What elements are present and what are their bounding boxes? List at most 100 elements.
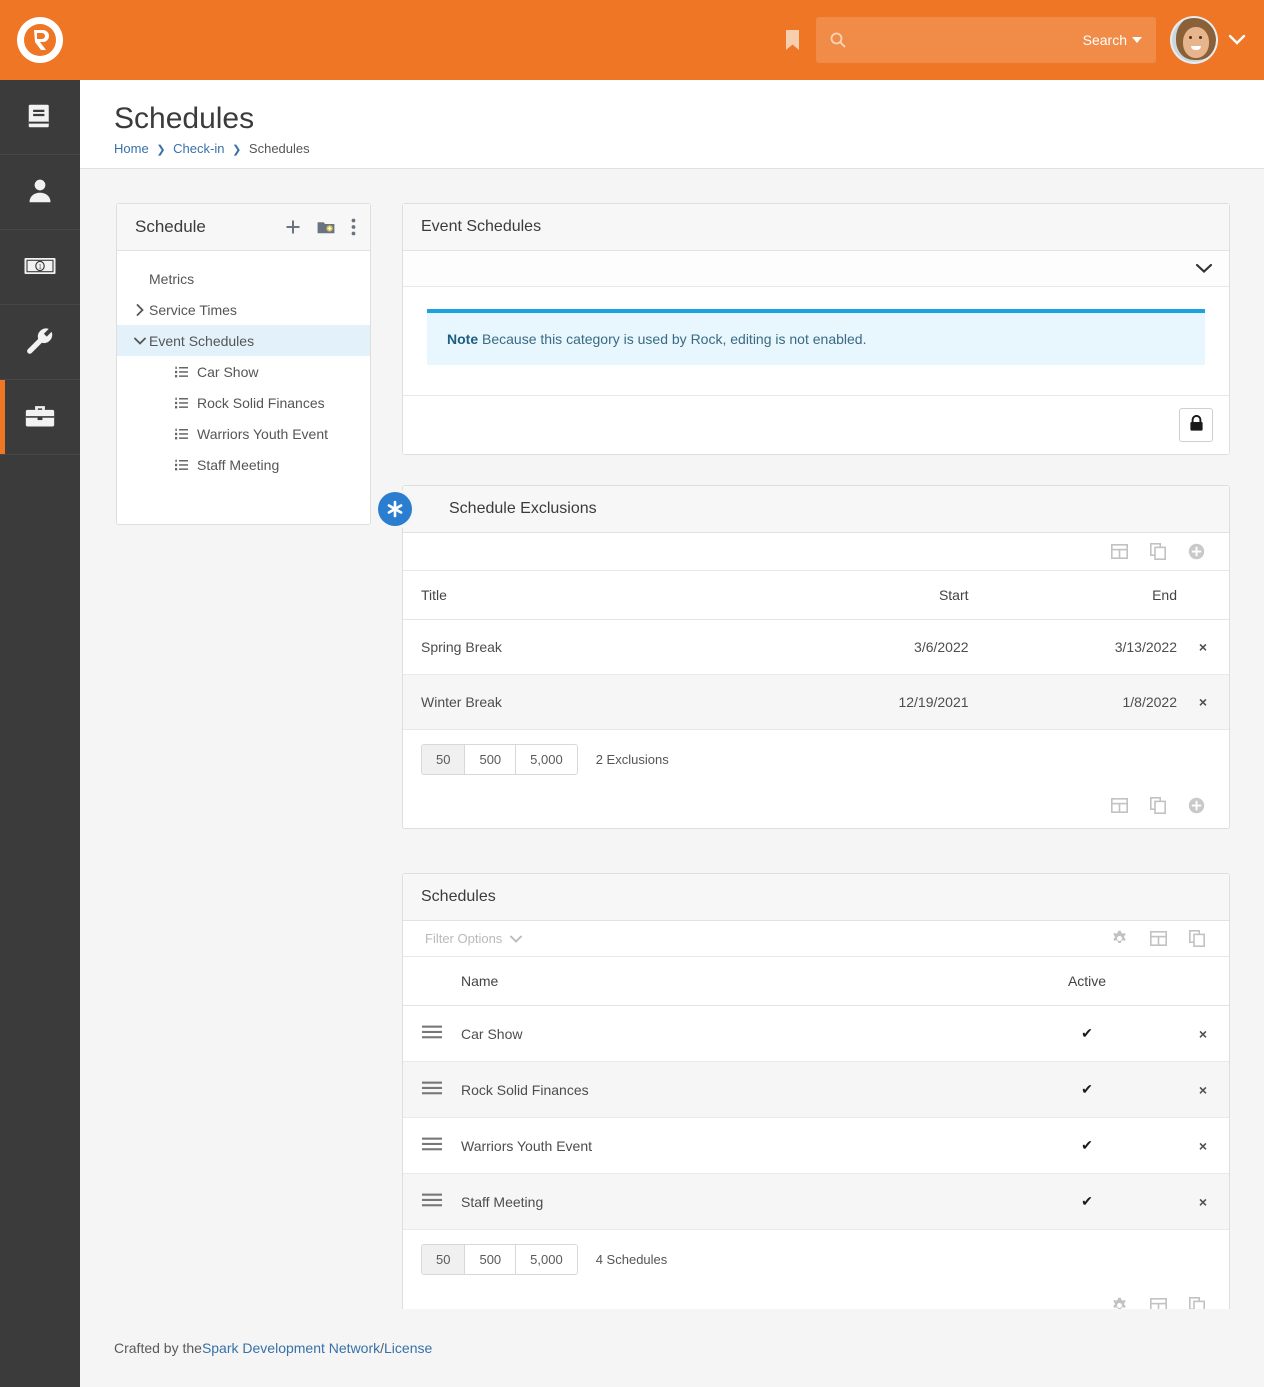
schedules-filter-bar: Filter Options: [403, 921, 1229, 957]
circle-plus-icon[interactable]: [1188, 797, 1205, 814]
table-row[interactable]: Warriors Youth Event ✔ ×: [403, 1117, 1229, 1174]
svg-text:1: 1: [38, 263, 42, 271]
schedule-tree-panel: Schedule Metrics Service Times Event Sch…: [116, 203, 371, 525]
reorder-handle[interactable]: [403, 1117, 461, 1174]
list-ol-icon: [175, 459, 188, 471]
tree-item-label: Rock Solid Finances: [197, 394, 325, 411]
plus-icon[interactable]: [285, 219, 301, 235]
copy-icon[interactable]: [1150, 543, 1166, 560]
table-icon[interactable]: [1111, 798, 1128, 813]
right-column: Event Schedules Note Because this catego…: [378, 203, 1230, 1329]
breadcrumb-item-checkin[interactable]: Check-in: [173, 141, 224, 156]
schedule-exclusions-panel: Schedule Exclusions Title Start End Spri…: [378, 485, 1230, 829]
tree-item-rock-solid-finances[interactable]: Rock Solid Finances: [117, 387, 370, 418]
page-size-5000[interactable]: 5,000: [516, 1245, 577, 1274]
finance-nav[interactable]: 1: [0, 230, 80, 305]
search-input[interactable]: [846, 32, 1083, 48]
tree-item-event-schedules[interactable]: Event Schedules: [117, 325, 370, 356]
admin-tools-nav[interactable]: [0, 305, 80, 380]
book-icon: [25, 101, 55, 134]
delete-row-button[interactable]: ×: [1177, 674, 1229, 730]
people-nav[interactable]: [0, 155, 80, 230]
search-scope-dropdown[interactable]: Search: [1083, 32, 1142, 48]
tree-item-warriors-youth-event[interactable]: Warriors Youth Event: [117, 418, 370, 449]
delete-row-button[interactable]: ×: [1177, 619, 1229, 675]
circle-plus-icon[interactable]: [1188, 543, 1205, 560]
table-row[interactable]: Car Show ✔ ×: [403, 1005, 1229, 1062]
schedules-pagination-row: 50 500 5,000 4 Schedules: [403, 1230, 1229, 1285]
briefcase-icon: [24, 401, 56, 434]
reorder-handle[interactable]: [403, 1005, 461, 1062]
table-icon[interactable]: [1111, 544, 1128, 559]
person-icon: [25, 176, 55, 209]
table-row[interactable]: Staff Meeting ✔ ×: [403, 1173, 1229, 1230]
folder-plus-icon[interactable]: [317, 220, 335, 235]
cms-nav[interactable]: [0, 80, 80, 155]
table-row[interactable]: Rock Solid Finances ✔ ×: [403, 1061, 1229, 1118]
search-scope-label: Search: [1082, 32, 1127, 48]
tree-item-label: Warriors Youth Event: [197, 425, 328, 442]
search-icon: [830, 32, 846, 48]
breadcrumb-item-home[interactable]: Home: [114, 141, 149, 156]
schedule-tree-header: Schedule: [117, 204, 370, 251]
page-size-50[interactable]: 50: [422, 1245, 466, 1274]
global-search-box[interactable]: Search: [816, 17, 1156, 63]
chevron-right-icon[interactable]: [131, 303, 149, 316]
table-row[interactable]: Spring Break 3/6/2022 3/13/2022 ×: [403, 619, 1229, 675]
table-icon[interactable]: [1150, 931, 1167, 946]
schedules-panel: Schedules Filter Options Name Active Car…: [402, 873, 1230, 1329]
copy-icon[interactable]: [1150, 797, 1166, 814]
top-navigation-bar: Search: [0, 0, 1264, 80]
user-menu[interactable]: [1170, 16, 1246, 64]
page-size-selector: 50 500 5,000: [421, 1244, 578, 1275]
tree-item-staff-meeting[interactable]: Staff Meeting: [117, 449, 370, 480]
page-size-500[interactable]: 500: [465, 745, 517, 774]
column-header-name[interactable]: Name: [461, 957, 997, 1006]
asterisk-icon: [378, 492, 412, 526]
copy-icon[interactable]: [1189, 930, 1205, 947]
cell-start: 12/19/2021: [734, 674, 969, 730]
column-header-title[interactable]: Title: [403, 571, 735, 620]
page-size-5000[interactable]: 5,000: [516, 745, 577, 774]
column-header-end[interactable]: End: [968, 571, 1177, 620]
license-link[interactable]: License: [384, 1340, 432, 1356]
chevron-down-icon: [1228, 34, 1246, 46]
schedule-exclusions-title: Schedule Exclusions: [449, 500, 597, 517]
reorder-handle[interactable]: [403, 1061, 461, 1118]
filter-options-toggle[interactable]: Filter Options: [425, 931, 523, 946]
lock-button[interactable]: [1179, 408, 1213, 442]
chevron-down-icon[interactable]: [131, 337, 149, 345]
schedule-tree-title: Schedule: [135, 217, 206, 236]
delete-row-button[interactable]: ×: [1177, 1061, 1229, 1118]
column-header-active[interactable]: Active: [997, 957, 1177, 1006]
breadcrumb-separator: ❯: [156, 144, 166, 156]
gear-icon[interactable]: [1111, 930, 1128, 947]
reorder-handle[interactable]: [403, 1173, 461, 1230]
tools-nav[interactable]: [0, 380, 80, 455]
bookmark-icon[interactable]: [774, 20, 810, 60]
page-size-500[interactable]: 500: [465, 1245, 517, 1274]
lock-icon: [1189, 414, 1204, 435]
event-schedules-collapse-toggle[interactable]: [403, 251, 1229, 287]
footer-prefix: Crafted by the: [114, 1340, 202, 1356]
ellipsis-vertical-icon[interactable]: [351, 218, 356, 236]
delete-row-button[interactable]: ×: [1177, 1117, 1229, 1174]
tree-item-service-times[interactable]: Service Times: [117, 294, 370, 325]
schedule-tree-actions: [285, 218, 356, 236]
tree-item-label: Car Show: [197, 363, 259, 380]
delete-row-button[interactable]: ×: [1177, 1005, 1229, 1062]
column-header-actions: [1177, 571, 1229, 620]
page-size-50[interactable]: 50: [422, 745, 466, 774]
spark-development-network-link[interactable]: Spark Development Network: [202, 1340, 380, 1356]
tree-item-metrics[interactable]: Metrics: [117, 263, 370, 294]
event-schedules-body: Note Because this category is used by Ro…: [403, 287, 1229, 395]
tree-item-car-show[interactable]: Car Show: [117, 356, 370, 387]
tree-item-label: Staff Meeting: [197, 456, 280, 473]
rock-rms-logo: [17, 17, 63, 63]
delete-row-button[interactable]: ×: [1177, 1173, 1229, 1230]
schedules-title: Schedules: [421, 888, 496, 905]
logo-container[interactable]: [0, 0, 80, 80]
column-header-start[interactable]: Start: [734, 571, 969, 620]
page-header: Schedules Home ❯ Check-in ❯ Schedules: [80, 80, 1264, 169]
table-row[interactable]: Winter Break 12/19/2021 1/8/2022 ×: [403, 674, 1229, 730]
